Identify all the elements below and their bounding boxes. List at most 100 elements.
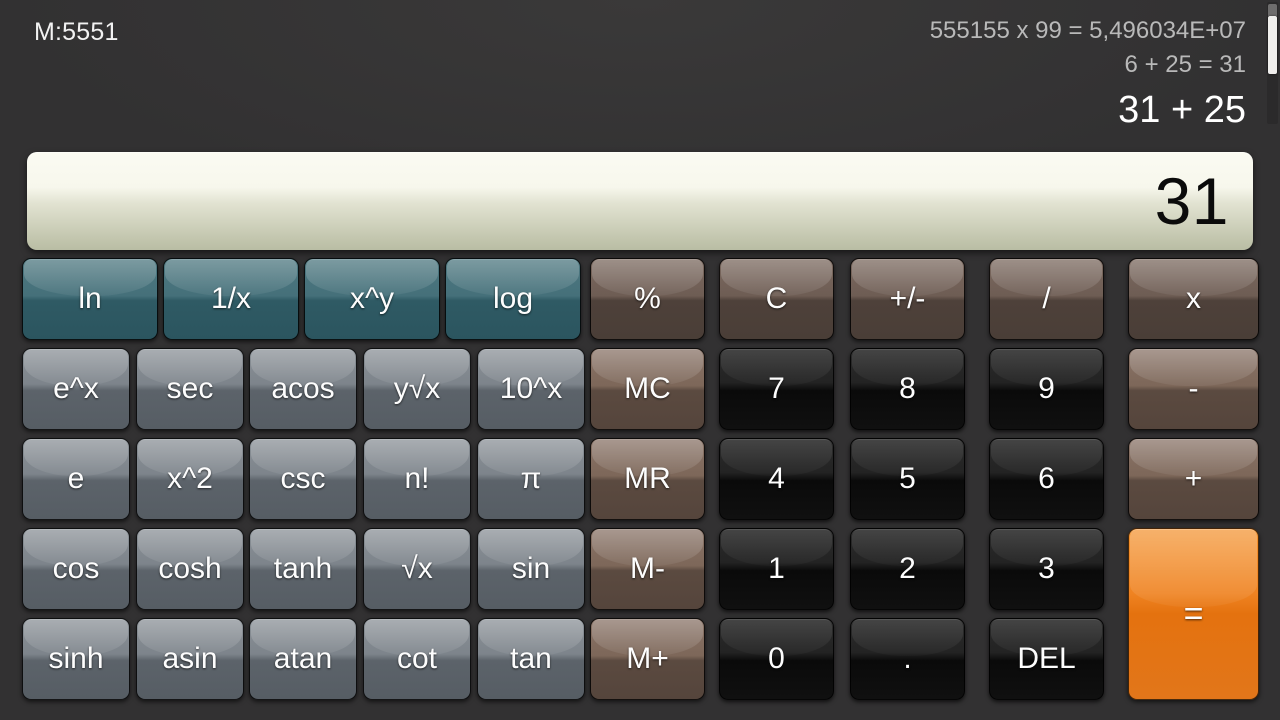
key-2[interactable]: 2 xyxy=(850,528,965,610)
key-plusdivminus[interactable]: +/- xyxy=(850,258,965,340)
key-label: tan xyxy=(510,642,552,675)
key-3[interactable]: 3 xyxy=(989,528,1104,610)
key-label: atan xyxy=(273,642,333,675)
key-label: √x xyxy=(401,552,433,585)
history-panel[interactable]: 555155 x 99 = 5,496034E+07 6 + 25 = 31 3… xyxy=(486,14,1246,134)
key-label: 4 xyxy=(768,462,785,495)
display-field[interactable]: 31 xyxy=(27,152,1253,250)
key-label: tanh xyxy=(273,552,333,585)
key-label: +/- xyxy=(889,282,926,315)
key-8[interactable]: 8 xyxy=(850,348,965,430)
key-sec[interactable]: sec xyxy=(136,348,244,430)
key-label: sec xyxy=(166,372,214,405)
key-4[interactable]: 4 xyxy=(719,438,834,520)
key-asin[interactable]: asin xyxy=(136,618,244,700)
keypad-row-4: cos cosh tanh √x sin M- 1 2 3 = xyxy=(0,528,1280,700)
key-6[interactable]: 6 xyxy=(989,438,1104,520)
key-mplus[interactable]: M+ xyxy=(590,618,705,700)
keypad-row-3: e x^2 csc n! π MR 4 5 6 + xyxy=(0,438,1280,528)
key-label: DEL xyxy=(1017,642,1076,675)
key-label: 7 xyxy=(768,372,785,405)
key-mminus[interactable]: M- xyxy=(590,528,705,610)
key-x[interactable]: x xyxy=(1128,258,1259,340)
key-0[interactable]: 0 xyxy=(719,618,834,700)
key-csc[interactable]: csc xyxy=(249,438,357,520)
key-div[interactable]: / xyxy=(989,258,1104,340)
key-cosh[interactable]: cosh xyxy=(136,528,244,610)
key-sqrtx[interactable]: √x xyxy=(363,528,471,610)
key-label: M+ xyxy=(626,642,669,675)
key-label: 6 xyxy=(1038,462,1055,495)
key-label: csc xyxy=(280,462,326,495)
key-log[interactable]: log xyxy=(445,258,581,340)
key-c[interactable]: C xyxy=(719,258,834,340)
key-label: 0 xyxy=(768,642,785,675)
key-label: M- xyxy=(630,552,665,585)
key-label: 5 xyxy=(899,462,916,495)
key-9[interactable]: 9 xyxy=(989,348,1104,430)
key-1[interactable]: 1 xyxy=(719,528,834,610)
keypad: ln 1/x x^y log% C +/- / x e^x sec acos y√x 10^x MC 7 8… xyxy=(0,258,1280,720)
key-tanh[interactable]: tanh xyxy=(249,528,357,610)
key-label: x^2 xyxy=(167,462,213,495)
key-tan[interactable]: tan xyxy=(477,618,585,700)
history-scrollbar[interactable] xyxy=(1267,2,1278,124)
key-label: MR xyxy=(624,462,671,495)
key-label: x xyxy=(1186,282,1201,315)
key-label: π xyxy=(520,462,542,495)
key-cos[interactable]: cos xyxy=(22,528,130,610)
keypad-row-2: e^x sec acos y√x 10^x MC 7 8 9 - xyxy=(0,348,1280,438)
key-nfact[interactable]: n! xyxy=(363,438,471,520)
key-mc[interactable]: MC xyxy=(590,348,705,430)
history-line: 6 + 25 = 31 xyxy=(1124,51,1246,78)
key-label: cosh xyxy=(158,552,222,585)
key-label: x^y xyxy=(349,282,395,315)
key-label: e^x xyxy=(53,372,99,405)
key-label: sin xyxy=(511,552,551,585)
key-label: + xyxy=(1184,462,1203,495)
key-xpow2[interactable]: x^2 xyxy=(136,438,244,520)
key-xpowy[interactable]: x^y xyxy=(304,258,440,340)
scrollbar-track-top xyxy=(1268,4,1277,16)
key-sinh[interactable]: sinh xyxy=(22,618,130,700)
key-label: 1/x xyxy=(210,282,252,315)
key-cot[interactable]: cot xyxy=(363,618,471,700)
key-label: / xyxy=(1042,282,1051,315)
key-del[interactable]: DEL xyxy=(989,618,1104,700)
history-line: 555155 x 99 = 5,496034E+07 xyxy=(929,17,1246,44)
key-mr[interactable]: MR xyxy=(590,438,705,520)
key-label: acos xyxy=(271,372,335,405)
key-10powx[interactable]: 10^x xyxy=(477,348,585,430)
key-ln[interactable]: ln xyxy=(22,258,158,340)
key-e[interactable]: e xyxy=(22,438,130,520)
memory-indicator: M:5551 xyxy=(34,18,119,46)
key-percent[interactable]: % xyxy=(590,258,705,340)
key-epowx[interactable]: e^x xyxy=(22,348,130,430)
key-plus[interactable]: + xyxy=(1128,438,1259,520)
key-label: sinh xyxy=(48,642,104,675)
key-label: 9 xyxy=(1038,372,1055,405)
display-value: 31 xyxy=(1154,164,1229,238)
key-label: log xyxy=(492,282,534,315)
scrollbar-thumb[interactable] xyxy=(1268,16,1277,74)
key-label: . xyxy=(903,642,912,675)
key-label: e xyxy=(67,462,85,495)
key-pi[interactable]: π xyxy=(477,438,585,520)
key-label: - xyxy=(1188,372,1199,405)
key-dot[interactable]: . xyxy=(850,618,965,700)
key-atan[interactable]: atan xyxy=(249,618,357,700)
key-label: cos xyxy=(52,552,100,585)
keypad-row-5: sinh asin atan cot tan M+ 0. DEL xyxy=(0,618,1280,708)
key-label: n! xyxy=(404,462,430,495)
key-sin[interactable]: sin xyxy=(477,528,585,610)
key-7[interactable]: 7 xyxy=(719,348,834,430)
key-acos[interactable]: acos xyxy=(249,348,357,430)
key-minus[interactable]: - xyxy=(1128,348,1259,430)
key-label: cot xyxy=(396,642,438,675)
key-label: 1 xyxy=(768,552,785,585)
key-5[interactable]: 5 xyxy=(850,438,965,520)
key-ysqrtx[interactable]: y√x xyxy=(363,348,471,430)
key-label: % xyxy=(634,282,661,315)
key-label: 10^x xyxy=(499,372,563,405)
key-1divx[interactable]: 1/x xyxy=(163,258,299,340)
